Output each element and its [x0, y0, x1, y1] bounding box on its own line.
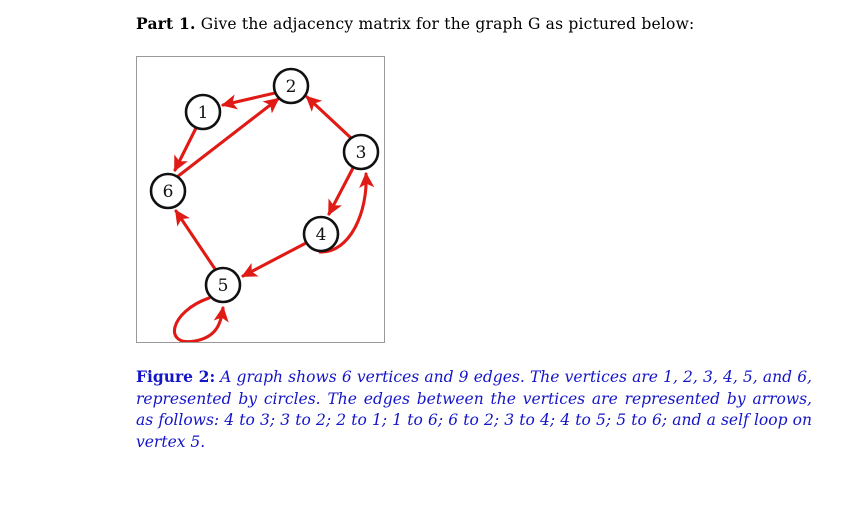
graph-node-1[interactable]: 1 — [184, 93, 222, 131]
node-2-label: 2 — [286, 77, 297, 97]
graph-node-2[interactable]: 2 — [272, 67, 310, 105]
node-5-label: 5 — [218, 276, 229, 296]
problem-statement: Part 1. Give the adjacency matrix for th… — [136, 14, 826, 34]
problem-prompt: Give the adjacency matrix for the graph … — [200, 15, 695, 33]
edge-3-to-2 — [305, 95, 353, 140]
graph-edges — [172, 91, 375, 342]
graph-node-3[interactable]: 3 — [342, 133, 380, 171]
edge-3-to-4 — [327, 166, 355, 216]
edge-4-to-5 — [241, 241, 308, 278]
part-label: Part 1. — [136, 14, 196, 33]
figure-caption-body: A graph shows 6 vertices and 9 edges. Th… — [136, 368, 812, 451]
graph-node-4[interactable]: 4 — [302, 215, 340, 253]
edge-5-to-6 — [174, 209, 217, 271]
node-4-label: 4 — [316, 225, 327, 245]
graph-node-5[interactable]: 5 — [204, 266, 242, 304]
edge-2-to-1 — [221, 91, 277, 110]
directed-graph-diagram: 1 2 3 4 5 6 — [149, 67, 380, 342]
figure-frame: 1 2 3 4 5 6 — [136, 56, 385, 343]
graph-node-6[interactable]: 6 — [149, 172, 187, 210]
edge-5-self-loop — [172, 296, 229, 342]
node-6-label: 6 — [163, 182, 174, 202]
node-3-label: 3 — [356, 143, 367, 163]
node-1-label: 1 — [198, 103, 209, 123]
figure-caption: Figure 2: A graph shows 6 vertices and 9 … — [136, 366, 812, 453]
figure-caption-label: Figure 2: — [136, 367, 216, 386]
